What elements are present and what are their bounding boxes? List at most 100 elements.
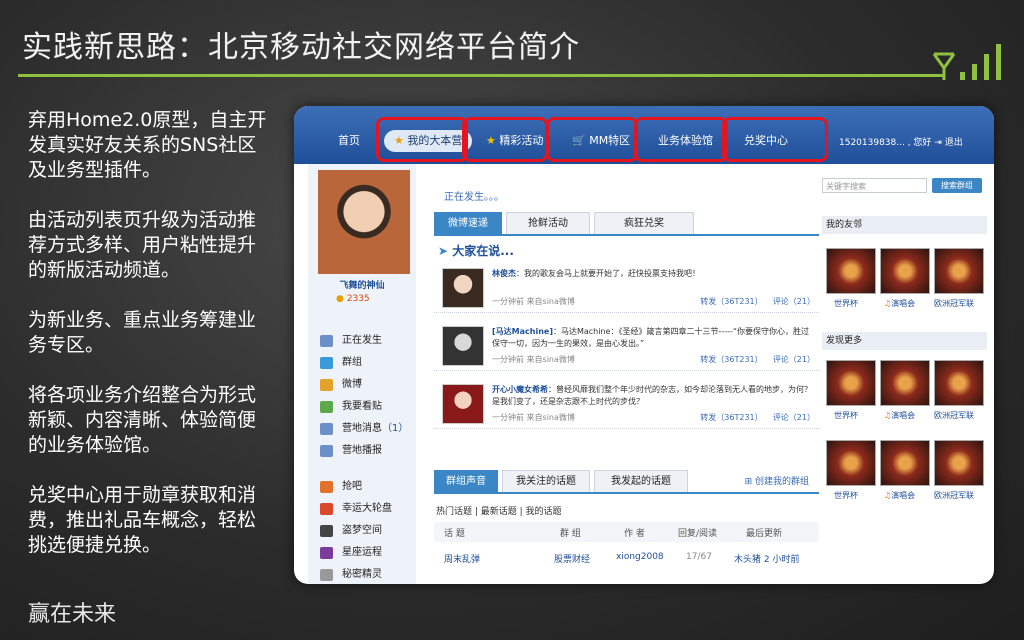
menu-grab[interactable]: 抢吧 (320, 476, 408, 498)
tab-crazy-rewards[interactable]: 疯狂兑奖 (594, 212, 694, 234)
thumb-concert[interactable] (880, 248, 930, 294)
user-score-value: 2335 (346, 294, 370, 304)
menu-broadcast[interactable]: 营地播报 (320, 440, 408, 462)
tab-fresh-events[interactable]: 抢鲜活动 (506, 212, 590, 234)
thumb-label[interactable]: 欧洲冠军联 (934, 298, 974, 309)
plus-icon: ⊞ (744, 477, 753, 487)
user-nickname[interactable]: 飞舞的神仙 (308, 278, 416, 291)
tab-group-voices[interactable]: 群组声音 (434, 470, 498, 492)
cell-updated: 木头猪 2 小时前 (734, 555, 800, 565)
thumb-world-cup[interactable] (826, 440, 876, 486)
post-avatar[interactable] (442, 326, 484, 366)
user-avatar[interactable] (318, 170, 410, 274)
menu-messages-label: 营地消息 (342, 423, 382, 434)
broadcast-icon (320, 445, 333, 457)
thumb-champions-league[interactable] (934, 360, 984, 406)
feed-post: [马达Machine]：马达Machine：《圣经》箴言第四章二十三节-----… (434, 322, 819, 371)
tab-weibo-express[interactable]: 微博速递 (434, 212, 502, 234)
col-topic: 话 题 (444, 529, 465, 539)
menu-lucky-wheel[interactable]: 幸运大轮盘 (320, 498, 408, 520)
menu-gap (320, 462, 408, 476)
comment-link[interactable]: 评论（21） (773, 297, 815, 306)
nav-home[interactable]: 首页 (338, 130, 360, 152)
topic-subnav[interactable]: 热门话题 | 最新话题 | 我的话题 (436, 504, 562, 517)
logout-link[interactable]: 退出 (945, 138, 963, 148)
thumb-label[interactable]: 世界杯 (834, 410, 858, 421)
everyone-saying-label: 大家在说... (452, 244, 514, 258)
cell-author[interactable]: xiong2008 (616, 552, 664, 562)
friends-title: 我的友邻 (822, 216, 987, 234)
post-text: [马达Machine]：马达Machine：《圣经》箴言第四章二十三节-----… (492, 326, 812, 350)
menu-posts[interactable]: 我要看贴 (320, 396, 408, 418)
thumb-label[interactable]: ♫演唱会 (884, 298, 915, 309)
comment-link[interactable]: 评论（21） (773, 355, 815, 364)
menu-secret-sprite-label: 秘密精灵 (342, 569, 382, 580)
thumb-label[interactable]: 世界杯 (834, 298, 858, 309)
everyone-saying-heading: ➤ 大家在说... (438, 242, 514, 259)
grab-icon (320, 481, 333, 493)
thumb-champions-league[interactable] (934, 440, 984, 486)
cell-group[interactable]: 股票财经 (554, 552, 590, 565)
menu-inception[interactable]: 盗梦空间 (320, 520, 408, 542)
thumb-label[interactable]: 欧洲冠军联 (934, 410, 974, 421)
weibo-icon (320, 379, 333, 391)
post-author[interactable]: 林俊杰 (492, 269, 516, 278)
menu-messages[interactable]: 营地消息（1） (320, 418, 408, 440)
post-actions: 转发（36T231） 评论（21） (700, 354, 815, 365)
menu-happening[interactable]: 正在发生 (320, 330, 408, 352)
post-meta: 一分钟前 来自sina微博 (492, 355, 575, 364)
thumb-concert[interactable] (880, 440, 930, 486)
thumb-label[interactable]: ♫演唱会 (884, 410, 915, 421)
search-group-button[interactable]: 搜索群组 (932, 178, 982, 193)
create-group-link[interactable]: ⊞ 创建我的群组 (745, 474, 809, 487)
happening-heading: 正在发生。。。 (444, 192, 504, 203)
menu-weibo-label: 微博 (342, 379, 362, 390)
thumb-concert[interactable] (880, 360, 930, 406)
menu-weibo[interactable]: 微博 (320, 374, 408, 396)
right-panel: 关键字搜索 搜索群组 我的友邻 世界杯 ♫演唱会 欧洲冠军联 发现更多 世界杯 … (822, 164, 992, 584)
group-search-input[interactable]: 关键字搜索 (822, 178, 927, 193)
menu-grab-label: 抢吧 (342, 481, 362, 492)
thumb-label[interactable]: 欧洲冠军联 (934, 490, 974, 501)
post-avatar[interactable] (442, 268, 484, 308)
website-screenshot: 首页 ★ 我的大本营 ★ 精彩活动 🛒 MM特区 业务体验馆 兑奖中心 1520… (294, 106, 994, 584)
cell-topic[interactable]: 周末乱弹 (444, 552, 480, 565)
thumb-label-text: 演唱会 (891, 491, 916, 500)
post-avatar[interactable] (442, 384, 484, 424)
post-author[interactable]: [马达Machine] (492, 327, 553, 336)
main-content: 正在发生。。。 微博速递 抢鲜活动 疯狂兑奖 ➤ 大家在说... 林俊杰：我的歌… (424, 164, 824, 584)
post-author[interactable]: 开心小魔女希希 (492, 385, 548, 394)
menu-groups[interactable]: 群组 (320, 352, 408, 374)
sidebar-menu: 正在发生 群组 微博 我要看贴 营地消息（1） 营地播报 抢吧 幸运大轮盘 盗梦… (320, 330, 408, 584)
menu-horoscope-label: 星座运程 (342, 547, 382, 558)
cell-replies: 17/67 (686, 552, 712, 562)
comment-link[interactable]: 评论（21） (773, 413, 815, 422)
tab-my-topics[interactable]: 我发起的话题 (594, 470, 688, 492)
feed-tabs: 微博速递 抢鲜活动 疯狂兑奖 (434, 212, 819, 236)
post-text: 林俊杰：我的歌友会马上就要开始了，赶快投票支持我吧！ (492, 268, 812, 280)
menu-horoscope[interactable]: 星座运程 (320, 542, 408, 564)
tab-followed-topics[interactable]: 我关注的话题 (502, 470, 590, 492)
groups-icon (320, 357, 333, 369)
highlight-my-camp (376, 117, 468, 162)
wheel-icon (320, 503, 333, 515)
posts-icon (320, 401, 333, 413)
messages-count: （1） (382, 423, 409, 434)
forward-link[interactable]: 转发（36T231） (700, 297, 762, 306)
col-updated: 最后更新 (746, 529, 783, 539)
forward-link[interactable]: 转发（36T231） (700, 355, 762, 364)
thumb-label[interactable]: 世界杯 (834, 490, 858, 501)
title-rule (18, 74, 943, 77)
post-body: ：我的歌友会马上就要开始了，赶快投票支持我吧！ (516, 269, 700, 278)
menu-secret-sprite[interactable]: 秘密精灵 (320, 564, 408, 584)
site-sidebar: 飞舞的神仙 ● 2335 正在发生 群组 微博 我要看贴 营地消息（1） 营地播… (308, 164, 416, 584)
user-greeting: 1520139838... , 您好 (839, 138, 932, 148)
bullet-5: 兑奖中心用于勋章获取和消费，推出礼品车概念，轻松挑选便捷兑换。 (28, 484, 257, 556)
thumb-label-text: 演唱会 (891, 411, 916, 420)
thumb-world-cup[interactable] (826, 248, 876, 294)
thumb-champions-league[interactable] (934, 248, 984, 294)
forward-link[interactable]: 转发（36T231） (700, 413, 762, 422)
sprite-icon (320, 569, 333, 581)
thumb-world-cup[interactable] (826, 360, 876, 406)
thumb-label[interactable]: ♫演唱会 (884, 490, 915, 501)
